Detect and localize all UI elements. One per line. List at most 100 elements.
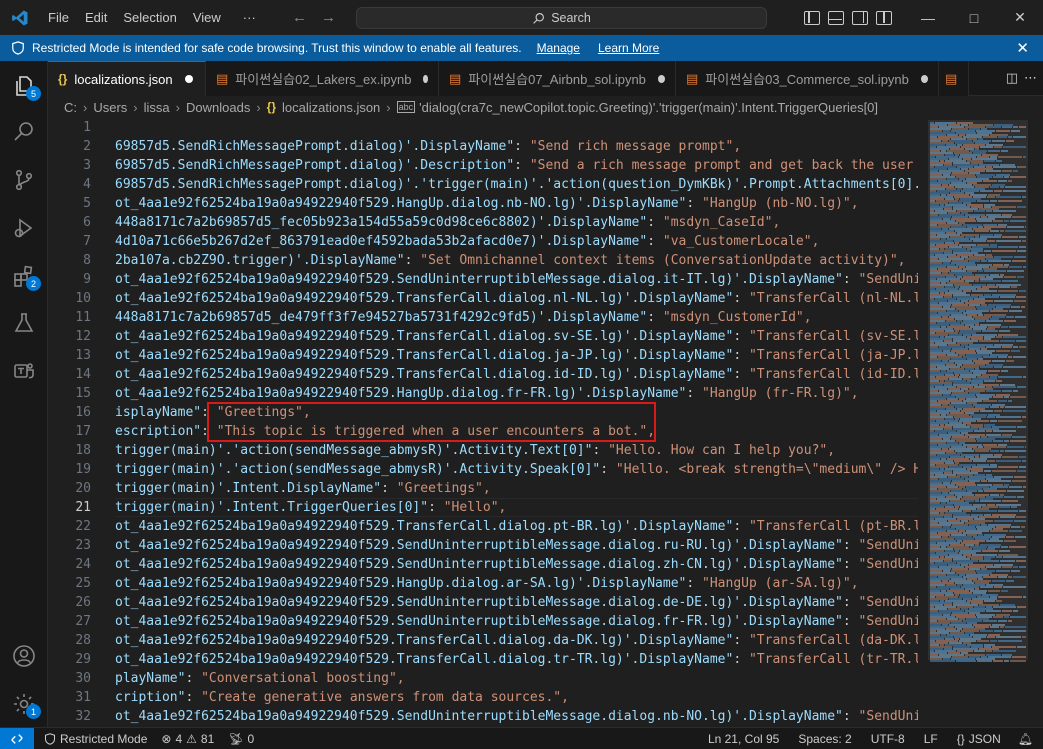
menu-edit[interactable]: Edit: [77, 0, 115, 35]
code-line[interactable]: 22 ot_4aa1e92f62524ba19a0a94922940f529.Tr…: [48, 517, 918, 536]
menu-view[interactable]: View: [185, 0, 229, 35]
code-line[interactable]: 23 ot_4aa1e92f62524ba19a0a94922940f529.Se…: [48, 536, 918, 555]
code-line[interactable]: 6 448a8171c7a2b69857d5_fec05b923a154d55a5…: [48, 213, 918, 232]
breadcrumb-symbol[interactable]: 'dialog(cra7c_newCopilot.topic.Greeting)…: [419, 100, 878, 115]
json-value: "TransferCall (pt-BR.lg): [748, 519, 918, 534]
manage-link[interactable]: Manage: [537, 41, 580, 55]
search-view-icon[interactable]: [0, 110, 48, 154]
code-line[interactable]: 12 ot_4aa1e92f62524ba19a0a94922940f529.Tr…: [48, 327, 918, 346]
teams-toolkit-icon[interactable]: [0, 349, 48, 393]
command-center-search[interactable]: Search: [356, 7, 767, 29]
more-actions-icon[interactable]: ⋯: [1024, 70, 1037, 86]
learn-more-link[interactable]: Learn More: [598, 41, 659, 55]
code-line[interactable]: 25 ot_4aa1e92f62524ba19a0a94922940f529.Ha…: [48, 574, 918, 593]
colon: :: [842, 538, 859, 553]
ports-status[interactable]: 📡︎ 0: [221, 732, 261, 746]
encoding[interactable]: UTF-8: [859, 732, 912, 746]
vertical-scrollbar[interactable]: [1030, 118, 1043, 727]
breadcrumb-users[interactable]: Users: [93, 100, 127, 115]
minimap-line: [998, 376, 1022, 378]
code-text: ot_4aa1e92f62524ba19a0a94922940f529.Hang…: [115, 384, 859, 403]
minimap-line: [1019, 566, 1026, 568]
restricted-mode-status[interactable]: Restricted Mode: [34, 732, 154, 746]
notifications-bell-icon[interactable]: 🔔︎: [1008, 732, 1043, 746]
minimap-line: [1017, 496, 1024, 498]
breadcrumb-drive[interactable]: C:: [64, 100, 77, 115]
tab-localizations-json[interactable]: {} localizations.json: [48, 61, 206, 96]
code-line[interactable]: 4 69857d5.SendRichMessagePrompt.dialog)'.…: [48, 175, 918, 194]
manage-gear-icon[interactable]: 1: [0, 682, 48, 726]
unsaved-dot-icon[interactable]: [920, 74, 928, 83]
problems-status[interactable]: ⊗ 4 ⚠ 81: [154, 732, 221, 746]
error-icon: ⊗: [161, 731, 172, 746]
close-banner-icon[interactable]: ✕: [1016, 39, 1029, 57]
code-line[interactable]: 27 ot_4aa1e92f62524ba19a0a94922940f529.Se…: [48, 612, 918, 631]
minimize-icon[interactable]: —: [905, 0, 951, 35]
tab-commerce-notebook[interactable]: ▤ 파이썬실습03_Commerce_sol.ipynb: [676, 61, 939, 96]
code-line[interactable]: 29 ot_4aa1e92f62524ba19a0a94922940f529.Tr…: [48, 650, 918, 669]
code-line[interactable]: 20 trigger(main)'.Intent.DisplayName": "G…: [48, 479, 918, 498]
code-line[interactable]: 28 ot_4aa1e92f62524ba19a0a94922940f529.Tr…: [48, 631, 918, 650]
extensions-icon[interactable]: 2: [0, 254, 48, 298]
unsaved-dot-icon[interactable]: [423, 74, 428, 83]
account-icon[interactable]: [0, 634, 48, 678]
language-mode[interactable]: {} JSON: [945, 732, 1008, 746]
code-line[interactable]: 30 playName": "Conversational boosting",: [48, 669, 918, 688]
forward-arrow-icon[interactable]: →: [321, 9, 336, 26]
code-line[interactable]: 10 ot_4aa1e92f62524ba19a0a94922940f529.Tr…: [48, 289, 918, 308]
code-line[interactable]: 1: [48, 118, 918, 137]
code-line[interactable]: 9 ot_4aa1e92f62524ba19a0a94922940f529.Sen…: [48, 270, 918, 289]
toggle-panel-icon[interactable]: [828, 10, 844, 25]
toggle-secondary-sidebar-icon[interactable]: [852, 10, 868, 25]
chevron-right-icon: ›: [256, 99, 261, 115]
minimap-line: [1010, 616, 1026, 618]
code-line[interactable]: 2 69857d5.SendRichMessagePrompt.dialog)'.…: [48, 137, 918, 156]
code-line[interactable]: 19 trigger(main)'.'action(sendMessage_abm…: [48, 460, 918, 479]
close-window-icon[interactable]: ✕: [997, 0, 1043, 35]
code-line[interactable]: 13 ot_4aa1e92f62524ba19a0a94922940f529.Tr…: [48, 346, 918, 365]
code-line[interactable]: 5 ot_4aa1e92f62524ba19a0a94922940f529.Han…: [48, 194, 918, 213]
tab-overflow[interactable]: ▤: [939, 61, 969, 96]
minimap-line: [998, 420, 1022, 422]
tab-lakers-notebook[interactable]: ▤ 파이썬실습02_Lakers_ex.ipynb: [206, 61, 439, 96]
breadcrumb-lissa[interactable]: lissa: [144, 100, 170, 115]
code-line[interactable]: 3 69857d5.SendRichMessagePrompt.dialog)'.…: [48, 156, 918, 175]
code-line[interactable]: 18 trigger(main)'.'action(sendMessage_abm…: [48, 441, 918, 460]
code-line[interactable]: 14 ot_4aa1e92f62524ba19a0a94922940f529.Tr…: [48, 365, 918, 384]
end-of-line[interactable]: LF: [912, 732, 945, 746]
code-line[interactable]: 26 ot_4aa1e92f62524ba19a0a94922940f529.Se…: [48, 593, 918, 612]
customize-layout-icon[interactable]: [876, 10, 892, 25]
minimap[interactable]: [918, 118, 1030, 727]
code-line[interactable]: 8 2ba107a.cb2Z9O.trigger)'.DisplayName": …: [48, 251, 918, 270]
explorer-icon[interactable]: 5: [0, 64, 48, 108]
testing-flask-icon[interactable]: [0, 301, 48, 345]
unsaved-dot-icon[interactable]: [184, 75, 193, 83]
menu-file[interactable]: File: [40, 0, 77, 35]
menu-selection[interactable]: Selection: [115, 0, 184, 35]
unsaved-dot-icon[interactable]: [657, 74, 665, 83]
code-line[interactable]: 24 ot_4aa1e92f62524ba19a0a94922940f529.Se…: [48, 555, 918, 574]
code-line[interactable]: 21 trigger(main)'.Intent.TriggerQueries[0…: [48, 498, 918, 517]
code-line[interactable]: 32 ot_4aa1e92f62524ba19a0a94922940f529.Se…: [48, 707, 918, 726]
cursor-position[interactable]: Ln 21, Col 95: [701, 732, 786, 746]
source-control-icon[interactable]: [0, 158, 48, 202]
split-editor-icon[interactable]: ◫: [1006, 70, 1018, 86]
breadcrumb-downloads[interactable]: Downloads: [186, 100, 250, 115]
code-line[interactable]: 11 448a8171c7a2b69857d5_de479ff3f7e94527b…: [48, 308, 918, 327]
toggle-primary-sidebar-icon[interactable]: [804, 10, 820, 25]
run-debug-icon[interactable]: [0, 206, 48, 250]
code-line[interactable]: 31 cription": "Create generative answers …: [48, 688, 918, 707]
remote-indicator-icon[interactable]: [0, 727, 34, 749]
json-key: ot_4aa1e92f62524ba19a0a94922940f529.Tran…: [115, 633, 734, 648]
minimap-line: [979, 340, 999, 342]
minimap-line: [980, 410, 993, 412]
indentation[interactable]: Spaces: 2: [786, 732, 858, 746]
menu-more[interactable]: ···: [235, 0, 264, 35]
code-line[interactable]: 7 4d10a71c66e5b267d2ef_863791ead0ef4592ba…: [48, 232, 918, 251]
maximize-icon[interactable]: □: [951, 0, 997, 35]
breadcrumb-file[interactable]: localizations.json: [282, 100, 380, 115]
minimap-line: [1005, 186, 1026, 188]
code-line[interactable]: 15 ot_4aa1e92f62524ba19a0a94922940f529.Ha…: [48, 384, 918, 403]
tab-airbnb-notebook[interactable]: ▤ 파이썬실습07_Airbnb_sol.ipynb: [439, 61, 676, 96]
back-arrow-icon[interactable]: ←: [292, 9, 307, 26]
